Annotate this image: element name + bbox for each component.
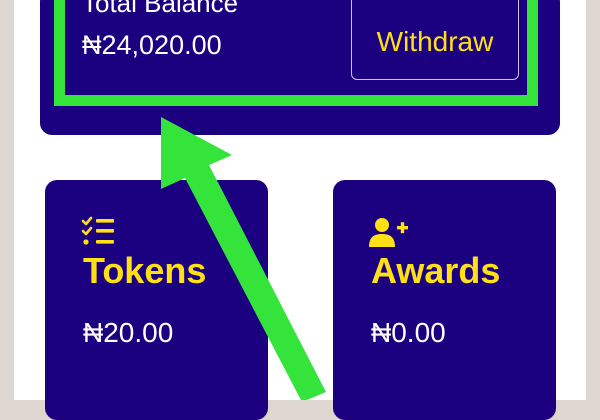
tokens-card[interactable]: Tokens ₦20.00 — [45, 180, 268, 420]
tokens-title: Tokens — [83, 250, 207, 291]
total-balance-label: Total Balance — [82, 0, 239, 18]
awards-card[interactable]: Awards ₦0.00 — [333, 180, 556, 420]
tokens-value: ₦20.00 — [83, 317, 174, 348]
add-user-icon — [369, 218, 408, 247]
withdraw-button[interactable]: Withdraw — [351, 0, 519, 80]
total-balance-amount: ₦24,020.00 — [82, 30, 222, 60]
awards-value: ₦0.00 — [371, 317, 446, 348]
awards-title: Awards — [371, 250, 501, 291]
checklist-icon — [81, 216, 114, 245]
